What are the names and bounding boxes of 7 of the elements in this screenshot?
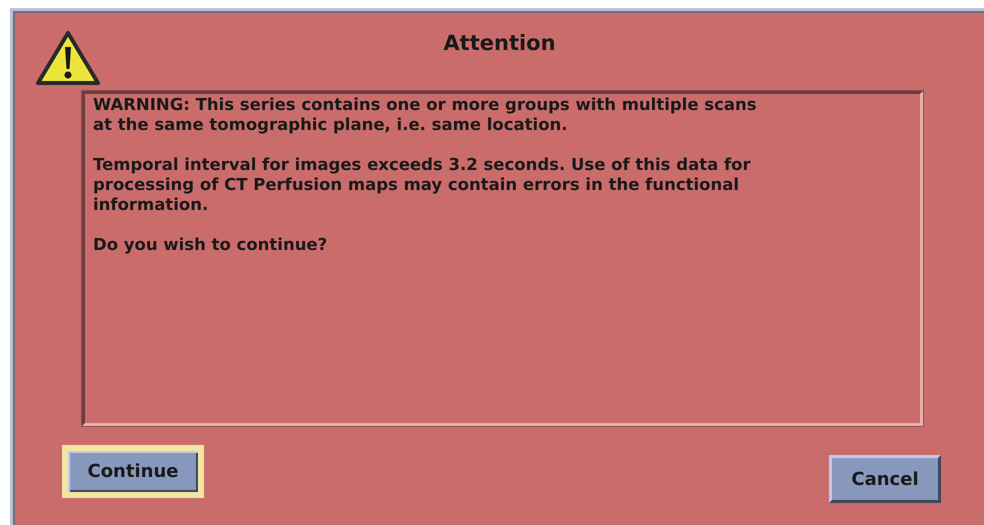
message-text: Temporal interval for images exceeds 3.2 seconds. Use of this data for processing of CT Perfusion maps may contain errors in the functional information. [93,155,752,215]
message-text: WARNING: This series contains one or more groups with multiple scans at the same tomographic plane, i.e. same location. [93,95,758,135]
continue-button[interactable]: Continue [62,445,204,498]
message-text: Do you wish to continue? [93,235,328,255]
warning-icon [35,30,101,88]
dialog-title: Attention [442,31,557,55]
cancel-button[interactable]: Cancel [829,455,941,503]
